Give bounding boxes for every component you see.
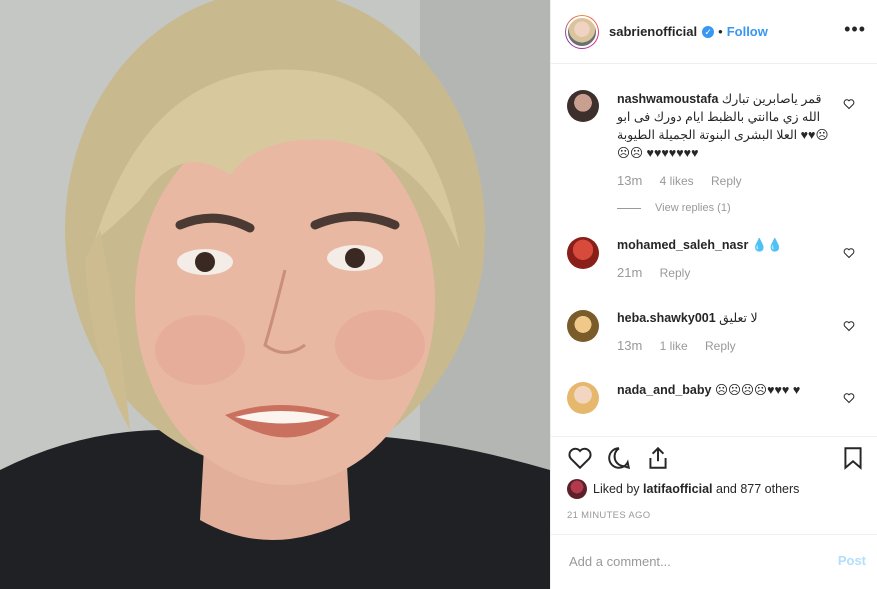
- liker-avatar[interactable]: [567, 479, 587, 499]
- comment-content: mohamed_saleh_nasr 💧💧: [617, 237, 837, 254]
- bookmark-icon[interactable]: [840, 445, 866, 471]
- commenter-avatar[interactable]: [567, 90, 599, 122]
- comment-time[interactable]: 13m: [617, 173, 642, 188]
- replies-divider: [617, 208, 641, 209]
- likes-prefix: Liked by: [593, 482, 640, 496]
- add-comment-input[interactable]: [567, 553, 811, 570]
- heart-icon[interactable]: [567, 445, 593, 471]
- heart-icon[interactable]: [843, 98, 855, 110]
- comment-likes[interactable]: 4 likes: [660, 174, 694, 188]
- comment-username[interactable]: heba.shawky001: [617, 311, 716, 325]
- likes-count[interactable]: and 877 others: [716, 482, 799, 496]
- separator-dot: •: [718, 24, 723, 39]
- follow-button[interactable]: Follow: [727, 24, 768, 39]
- avatar: [566, 15, 598, 48]
- comment-time[interactable]: 13m: [617, 338, 642, 353]
- post-timestamp[interactable]: 21 MINUTES AGO: [567, 510, 650, 521]
- reply-button[interactable]: Reply: [705, 339, 736, 353]
- comment-username[interactable]: mohamed_saleh_nasr: [617, 238, 748, 252]
- more-options-icon[interactable]: •••: [844, 20, 866, 38]
- share-icon[interactable]: [645, 445, 671, 471]
- post-button[interactable]: Post: [838, 553, 866, 568]
- commenter-avatar[interactable]: [567, 382, 599, 414]
- commenter-avatar[interactable]: [567, 310, 599, 342]
- post-photo[interactable]: [0, 0, 550, 589]
- comment-username[interactable]: nada_and_baby: [617, 383, 711, 397]
- liker-username[interactable]: latifaofficial: [643, 482, 712, 496]
- reply-button[interactable]: Reply: [711, 174, 742, 188]
- likes-summary: Liked by latifaofficial and 877 others: [567, 479, 799, 499]
- comments-list[interactable]: nashwamoustafa قمر ياصابرين تبارك الله ز…: [551, 64, 877, 436]
- comment-meta: 13m 4 likes Reply: [617, 172, 837, 190]
- comment-time[interactable]: 21m: [617, 265, 642, 280]
- post-username[interactable]: sabrienofficial: [609, 24, 697, 39]
- comment-meta: 21m Reply: [617, 264, 837, 282]
- post-actions: [551, 436, 877, 480]
- comment-icon[interactable]: [606, 445, 632, 471]
- comment-text: 💧💧: [751, 238, 783, 252]
- comment-likes[interactable]: 1 like: [660, 339, 688, 353]
- reply-button[interactable]: Reply: [660, 266, 691, 280]
- heart-icon[interactable]: [843, 392, 855, 404]
- add-comment-bar: Post: [551, 534, 877, 589]
- verified-badge-icon: ✓: [702, 25, 715, 38]
- post-side-panel: sabrienofficial ✓ • Follow ••• nashwamou…: [550, 0, 877, 589]
- selfie-image: [0, 0, 550, 589]
- view-replies-button[interactable]: View replies (1): [617, 200, 837, 217]
- comment-text: لا تعليق: [719, 311, 758, 325]
- comment-content: nada_and_baby ☹☹☹☹♥♥♥ ♥: [617, 382, 837, 399]
- post-header: sabrienofficial ✓ • Follow •••: [551, 0, 877, 64]
- comment-username[interactable]: nashwamoustafa: [617, 92, 718, 106]
- commenter-avatar[interactable]: [567, 237, 599, 269]
- comment-content: heba.shawky001 لا تعليق: [617, 310, 837, 327]
- comment-text: ☹☹☹☹♥♥♥ ♥: [714, 383, 801, 397]
- view-replies-label: View replies (1): [655, 202, 731, 214]
- heart-icon[interactable]: [843, 247, 855, 259]
- profile-avatar[interactable]: [565, 14, 599, 49]
- comment-meta: 13m 1 like Reply: [617, 337, 837, 355]
- heart-icon[interactable]: [843, 320, 855, 332]
- comment-content: nashwamoustafa قمر ياصابرين تبارك الله ز…: [617, 90, 837, 162]
